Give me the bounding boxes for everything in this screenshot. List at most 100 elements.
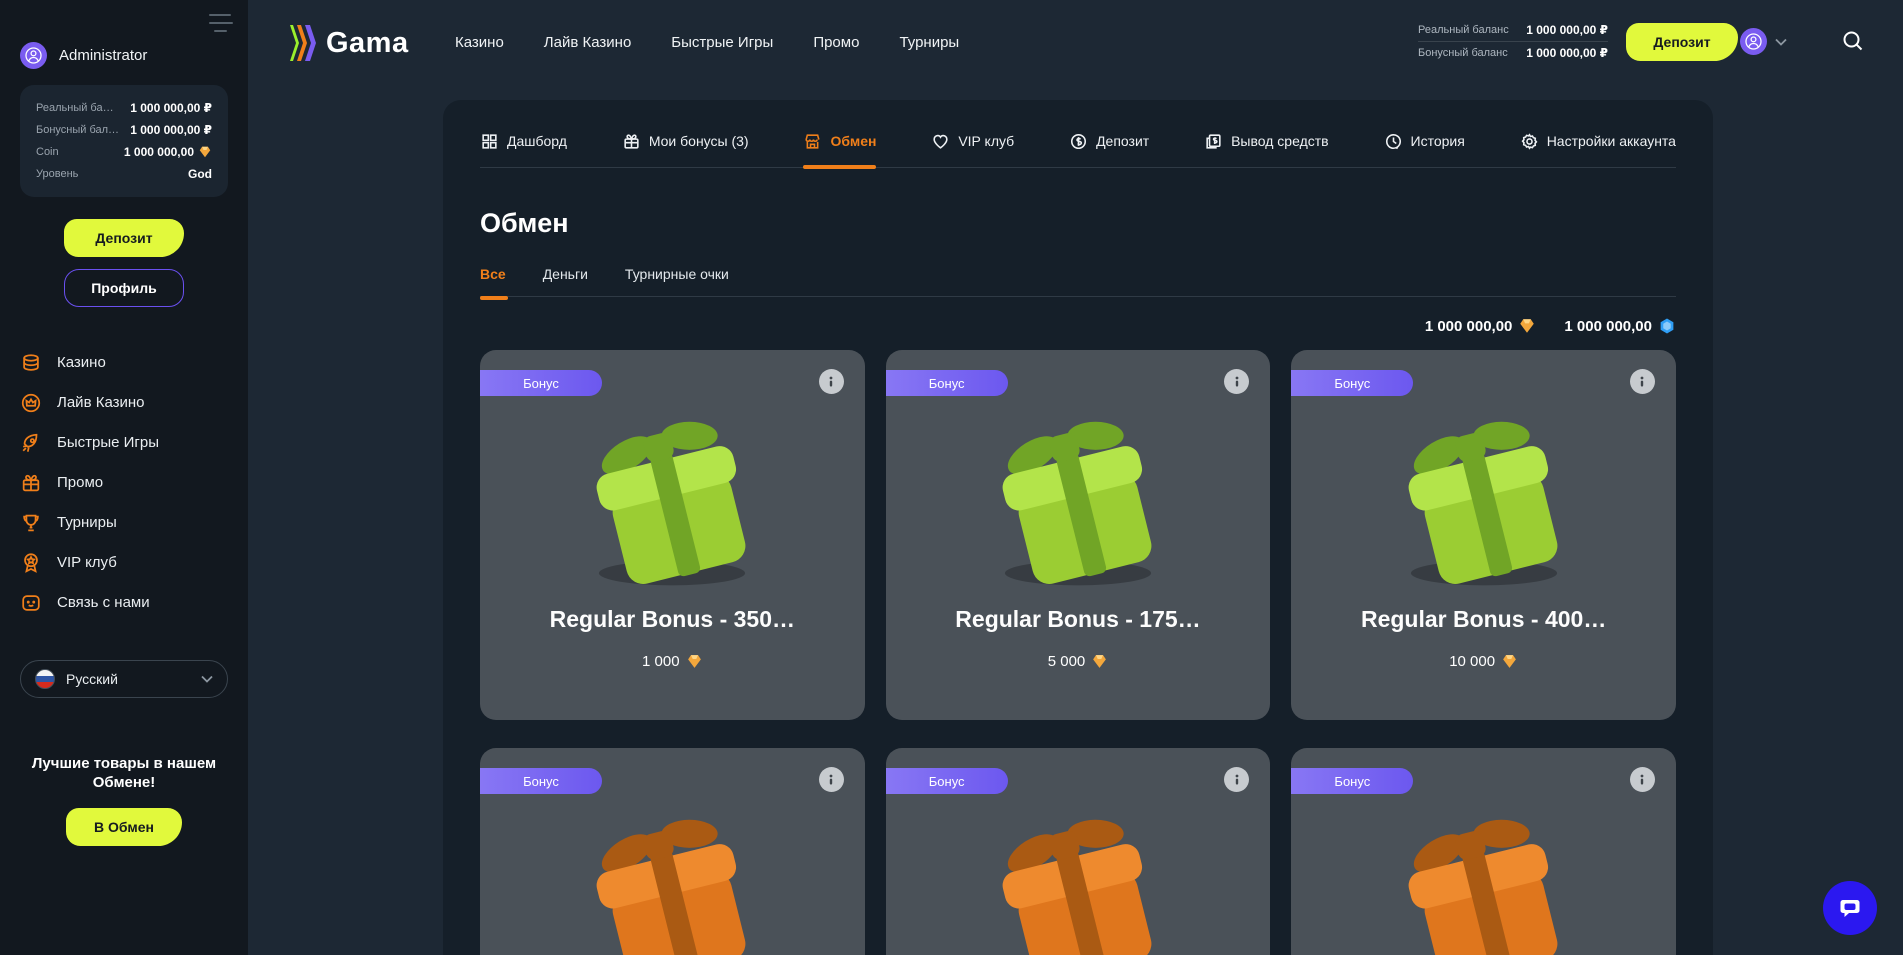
account-menu[interactable]: [1740, 28, 1787, 55]
sidebar-item-vip-club[interactable]: VIP клуб: [20, 547, 228, 578]
header-nav-casino[interactable]: Казино: [455, 34, 504, 51]
header-nav-fast-games[interactable]: Быстрые Игры: [671, 34, 773, 51]
sidebar-nav: Казино Лайв Казино Быстрые Игры Промо Ту…: [20, 347, 228, 618]
chevron-down-icon: [1775, 38, 1787, 46]
user-avatar-icon: [20, 42, 47, 69]
account-tabs: Дашборд Мои бонусы (3) Обмен VIP клуб Де…: [480, 115, 1676, 168]
bonus-balance-row: Бонусный баланс 1 000 000,00 ₽: [1418, 42, 1608, 64]
bonus-card[interactable]: Бонус: [480, 748, 865, 955]
tab-exchange[interactable]: Обмен: [803, 115, 876, 167]
tab-history[interactable]: История: [1384, 115, 1465, 167]
tab-deposit[interactable]: Депозит: [1069, 115, 1149, 167]
heart-icon: [931, 132, 950, 151]
page-title: Обмен: [480, 208, 1676, 239]
tab-label: VIP клуб: [958, 133, 1014, 149]
info-button[interactable]: [819, 767, 844, 792]
gift-box-image: [963, 412, 1193, 590]
stat-row-real-balance: Реальный ба… 1 000 000,00 ₽: [36, 97, 212, 119]
sidebar-item-tournaments[interactable]: Турниры: [20, 507, 228, 538]
gem-orange-icon: [1518, 317, 1536, 335]
bonus-price: 5 000: [886, 653, 1271, 670]
filter-tournament-points[interactable]: Турнирные очки: [625, 266, 729, 282]
stat-row-coin: Coin 1 000 000,00: [36, 141, 212, 163]
rocket-icon: [20, 432, 42, 454]
balance-summary-card: Реальный ба… 1 000 000,00 ₽ Бонусный бал…: [20, 85, 228, 197]
sidebar-item-label: Турниры: [57, 514, 117, 531]
header-nav: Казино Лайв Казино Быстрые Игры Промо Ту…: [455, 0, 959, 84]
bonus-badge: Бонус: [480, 370, 602, 396]
bonus-badge: Бонус: [886, 370, 1008, 396]
gift-box-image: [1369, 412, 1599, 590]
info-button[interactable]: [1630, 369, 1655, 394]
bonus-card[interactable]: Бонус: [1291, 748, 1676, 955]
header-nav-promo[interactable]: Промо: [813, 34, 859, 51]
stat-row-bonus-balance: Бонусный бал… 1 000 000,00 ₽: [36, 119, 212, 141]
user-row[interactable]: Administrator: [20, 42, 228, 69]
sidebar-item-casino[interactable]: Казино: [20, 347, 228, 378]
stat-value: God: [188, 167, 212, 181]
shop-balances: 1 000 000,00 1 000 000,00: [480, 317, 1676, 335]
account-avatar-icon: [1740, 28, 1767, 55]
gear-icon: [1520, 132, 1539, 151]
header-nav-tournaments[interactable]: Турниры: [899, 34, 959, 51]
tab-label: История: [1411, 133, 1465, 149]
language-selector[interactable]: Русский: [20, 660, 228, 698]
tab-label: Мои бонусы (3): [649, 133, 749, 149]
history-icon: [1384, 132, 1403, 151]
sidebar-item-label: VIP клуб: [57, 554, 117, 571]
chat-widget-button[interactable]: [1823, 881, 1877, 935]
info-button[interactable]: [819, 369, 844, 394]
sidebar-item-contact-us[interactable]: Связь с нами: [20, 587, 228, 618]
stat-value: 1 000 000,00 ₽: [130, 101, 212, 115]
info-button[interactable]: [1224, 369, 1249, 394]
tab-label: Обмен: [830, 133, 876, 149]
gem-orange-icon: [198, 145, 212, 159]
bonus-badge: Бонус: [480, 768, 602, 794]
withdraw-icon: [1204, 132, 1223, 151]
gem-orange-icon: [686, 653, 703, 670]
sidebar-item-live-casino[interactable]: Лайв Казино: [20, 387, 228, 418]
header-balances: Реальный баланс 1 000 000,00 ₽ Бонусный …: [1418, 19, 1608, 64]
sidebar: Administrator Реальный ба… 1 000 000,00 …: [0, 0, 248, 955]
header-deposit-button[interactable]: Депозит: [1626, 23, 1738, 61]
coin-balance: 1 000 000,00: [1425, 317, 1537, 335]
sidebar-item-label: Быстрые Игры: [57, 434, 159, 451]
info-button[interactable]: [1224, 767, 1249, 792]
sidebar-item-fast-games[interactable]: Быстрые Игры: [20, 427, 228, 458]
bonus-card[interactable]: Бонус Regular Bonus - 400…: [1291, 350, 1676, 720]
tab-vip-club[interactable]: VIP клуб: [931, 115, 1014, 167]
to-exchange-button[interactable]: В Обмен: [66, 808, 182, 846]
sidebar-profile-button[interactable]: Профиль: [64, 269, 184, 307]
bonus-card[interactable]: Бонус Regular Bonus - 175…: [886, 350, 1271, 720]
active-filter-underline: [480, 296, 508, 300]
tab-label: Депозит: [1096, 133, 1149, 149]
filter-money[interactable]: Деньги: [543, 266, 588, 282]
bonus-badge: Бонус: [1291, 768, 1413, 794]
coins-icon: [20, 352, 42, 374]
logo-chevrons-icon: [288, 23, 318, 63]
header-nav-live-casino[interactable]: Лайв Казино: [544, 34, 632, 51]
live-casino-icon: [20, 392, 42, 414]
bonus-card[interactable]: Бонус Regular Bonus - 350…: [480, 350, 865, 720]
bonus-title: Regular Bonus - 175…: [886, 606, 1271, 633]
tab-dashboard[interactable]: Дашборд: [480, 115, 567, 167]
tab-my-bonuses[interactable]: Мои бонусы (3): [622, 115, 749, 167]
info-icon: [1635, 773, 1649, 787]
balance-label: Реальный баланс: [1418, 24, 1509, 36]
filter-all[interactable]: Все: [480, 266, 506, 282]
sidebar-item-promo[interactable]: Промо: [20, 467, 228, 498]
sidebar-deposit-button[interactable]: Депозит: [64, 219, 184, 257]
gama-logo[interactable]: Gama: [288, 23, 409, 63]
real-balance-row: Реальный баланс 1 000 000,00 ₽: [1418, 19, 1608, 41]
bonus-badge: Бонус: [1291, 370, 1413, 396]
menu-icon[interactable]: [209, 14, 233, 32]
gift-icon: [622, 132, 641, 151]
bonus-price: 10 000: [1291, 653, 1676, 670]
info-button[interactable]: [1630, 767, 1655, 792]
ru-flag-icon: [35, 669, 55, 689]
stat-label: Бонусный бал…: [36, 124, 119, 136]
search-button[interactable]: [1841, 29, 1865, 58]
tab-account-settings[interactable]: Настройки аккаунта: [1520, 115, 1676, 167]
bonus-card[interactable]: Бонус: [886, 748, 1271, 955]
tab-withdraw[interactable]: Вывод средств: [1204, 115, 1329, 167]
